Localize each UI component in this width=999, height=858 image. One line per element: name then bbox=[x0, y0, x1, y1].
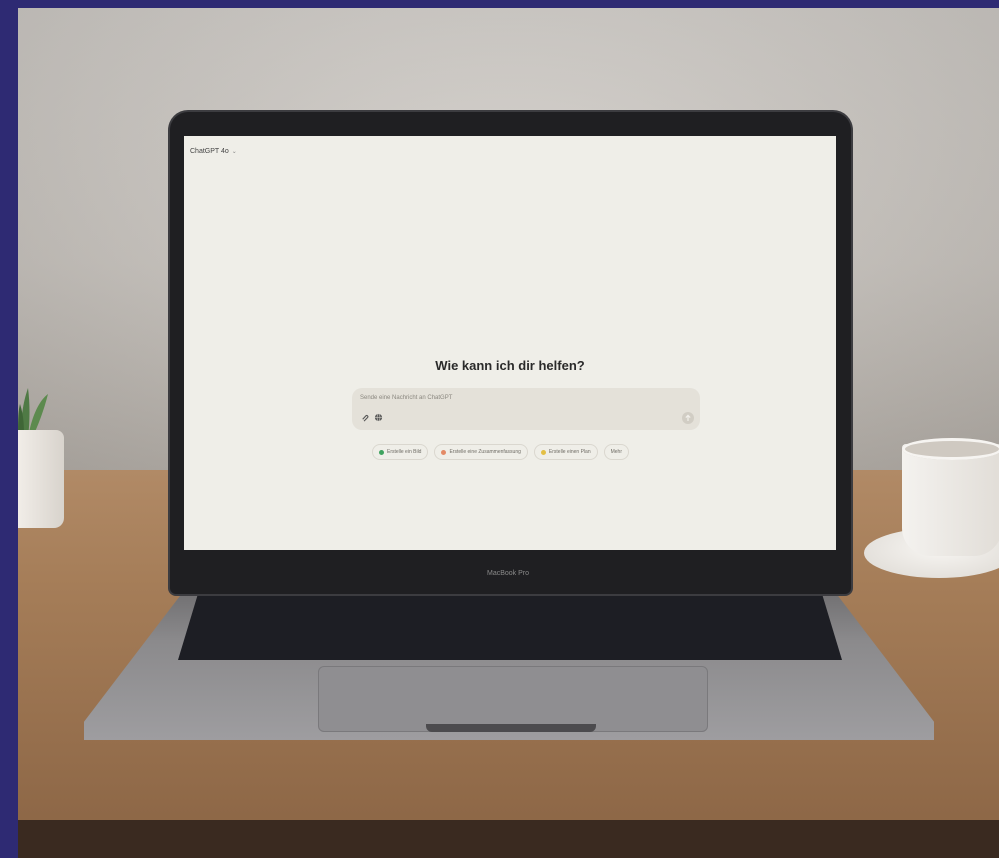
suggestion-create-image[interactable]: Erstelle ein Bild bbox=[372, 444, 429, 460]
coffee-cup-rim bbox=[902, 438, 999, 460]
suggestion-label: Mehr bbox=[610, 449, 623, 455]
suggestion-create-plan[interactable]: Erstelle einen Plan bbox=[533, 444, 598, 460]
coffee-cup bbox=[902, 444, 999, 556]
suggestion-create-summary[interactable]: Erstelle eine Zusammenfassung bbox=[434, 444, 528, 460]
suggestion-label: Erstelle ein Bild bbox=[387, 449, 422, 455]
laptop-front-notch bbox=[426, 724, 596, 732]
laptop-brand-label: MacBook Pro bbox=[486, 570, 530, 577]
model-selector[interactable]: ChatGPT 4o ⌄ bbox=[190, 148, 237, 155]
suggestion-label: Erstelle eine Zusammenfassung bbox=[449, 449, 521, 455]
message-input[interactable]: Sende eine Nachricht an ChatGPT bbox=[360, 395, 452, 401]
page-title: Wie kann ich dir helfen? bbox=[435, 358, 585, 373]
suggestion-more[interactable]: Mehr bbox=[603, 444, 630, 460]
arrow-up-icon bbox=[685, 414, 691, 421]
suggestion-chips: Erstelle ein Bild Erstelle eine Zusammen… bbox=[372, 444, 630, 460]
attach-icon[interactable] bbox=[360, 413, 369, 422]
model-selector-label: ChatGPT 4o bbox=[190, 148, 229, 155]
laptop-keyboard bbox=[178, 594, 842, 660]
send-button[interactable] bbox=[682, 412, 694, 424]
lightbulb-icon bbox=[540, 449, 546, 455]
globe-icon[interactable] bbox=[374, 413, 383, 422]
suggestion-label: Erstelle einen Plan bbox=[548, 449, 591, 455]
table-edge bbox=[18, 820, 999, 858]
chevron-down-icon: ⌄ bbox=[231, 149, 237, 155]
plant-pot bbox=[18, 430, 64, 528]
image-icon bbox=[379, 449, 384, 455]
laptop-screen: ChatGPT 4o ⌄ Wie kann ich dir helfen? Se… bbox=[184, 136, 836, 550]
message-composer[interactable]: Sende eine Nachricht an ChatGPT bbox=[352, 388, 700, 430]
summary-icon bbox=[441, 449, 447, 455]
laptop-trackpad bbox=[318, 666, 708, 732]
background-photo: MacBook Pro ChatGPT 4o ⌄ Wie kann ich di… bbox=[18, 8, 999, 858]
